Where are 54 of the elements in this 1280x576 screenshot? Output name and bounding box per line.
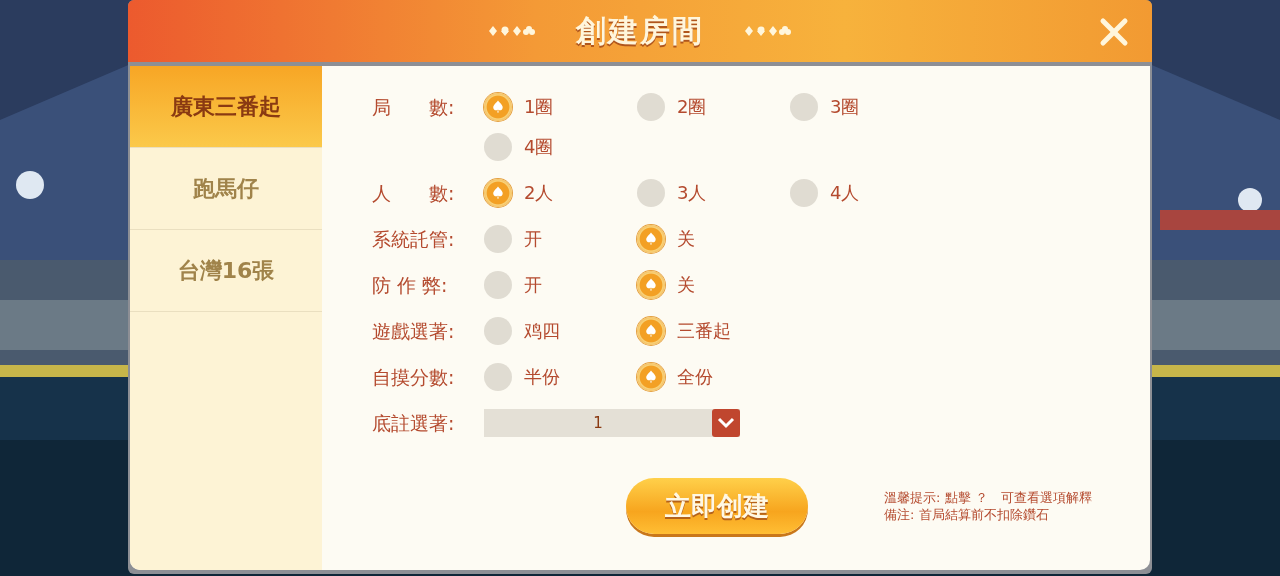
caret-icon xyxy=(712,409,740,437)
dropdown[interactable]: 1 xyxy=(484,409,740,437)
option-label: 3圈 xyxy=(830,95,860,119)
option-label: 4人 xyxy=(830,181,860,205)
card-suits-icon xyxy=(744,25,792,37)
radio-button[interactable] xyxy=(484,179,512,207)
radio-button[interactable] xyxy=(484,363,512,391)
radio-button[interactable] xyxy=(790,179,818,207)
spade-icon xyxy=(643,277,659,293)
game-tab[interactable]: 廣東三番起 xyxy=(130,66,322,148)
spade-icon xyxy=(643,369,659,385)
spade-icon xyxy=(490,99,506,115)
radio-button[interactable] xyxy=(637,93,665,121)
radio-button[interactable] xyxy=(637,225,665,253)
setting-label: 底註選著: xyxy=(372,411,456,436)
game-tab[interactable]: 台灣16張 xyxy=(130,230,322,312)
setting-label: 防 作 弊: xyxy=(372,273,449,298)
create-button[interactable]: 立即创建 xyxy=(626,478,808,534)
radio-button[interactable] xyxy=(790,93,818,121)
radio-button[interactable] xyxy=(484,271,512,299)
dialog-title: 創建房間 xyxy=(576,11,704,50)
radio-button[interactable] xyxy=(484,225,512,253)
spade-icon xyxy=(490,185,506,201)
radio-button[interactable] xyxy=(484,317,512,345)
radio-button[interactable] xyxy=(484,93,512,121)
setting-label: 局 數: xyxy=(372,95,456,120)
option-label: 2圈 xyxy=(677,95,707,119)
hint-text: 備注: 首局結算前不扣除鑽石 xyxy=(884,506,1050,523)
radio-button[interactable] xyxy=(637,179,665,207)
setting-label: 遊戲選著: xyxy=(372,319,456,344)
option-label: 1圈 xyxy=(524,95,554,119)
option-label: 关 xyxy=(677,227,695,251)
option-label: 4圈 xyxy=(524,135,554,159)
option-label: 关 xyxy=(677,273,695,297)
option-label: 全份 xyxy=(677,365,713,389)
radio-button[interactable] xyxy=(637,363,665,391)
option-label: 三番起 xyxy=(677,319,731,343)
card-suits-icon xyxy=(488,25,536,37)
radio-button[interactable] xyxy=(637,271,665,299)
radio-button[interactable] xyxy=(637,317,665,345)
setting-label: 人 數: xyxy=(372,181,456,206)
option-label: 半份 xyxy=(524,365,560,389)
setting-label: 自摸分數: xyxy=(372,365,456,390)
option-label: 2人 xyxy=(524,181,554,205)
option-label: 3人 xyxy=(677,181,707,205)
hint-text: 溫馨提示: 點擊 ？ 可查看選項解釋 xyxy=(884,489,1092,506)
spade-icon xyxy=(643,231,659,247)
option-label: 开 xyxy=(524,273,542,297)
option-label: 开 xyxy=(524,227,542,251)
setting-label: 系統託管: xyxy=(372,227,456,252)
option-label: 鸡四 xyxy=(524,319,560,343)
game-tab[interactable]: 跑馬仔 xyxy=(130,148,322,230)
spade-icon xyxy=(643,323,659,339)
radio-button[interactable] xyxy=(484,133,512,161)
